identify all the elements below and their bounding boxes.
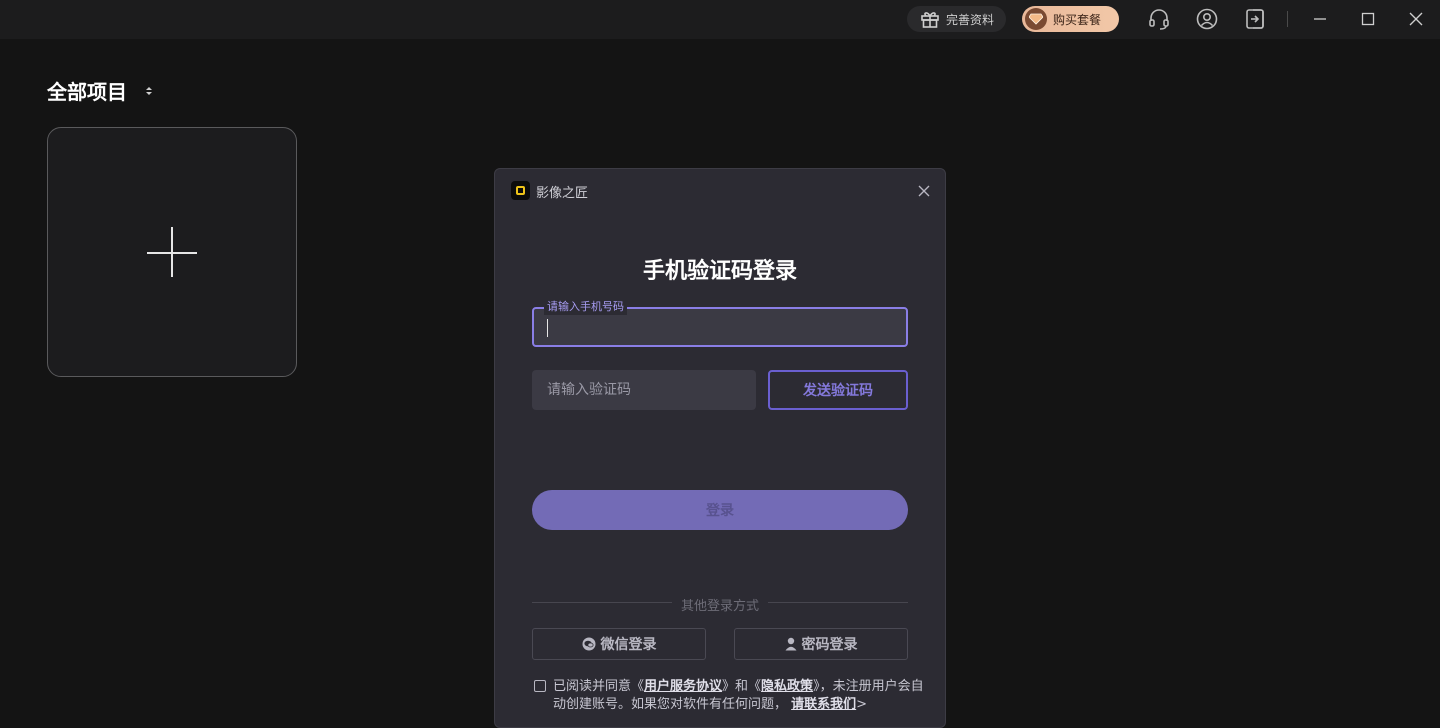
minimize-icon[interactable] xyxy=(1309,8,1331,30)
sort-icon[interactable] xyxy=(145,85,153,97)
headset-icon[interactable] xyxy=(1148,8,1170,30)
maximize-icon[interactable] xyxy=(1357,8,1379,30)
login-button[interactable]: 登录 xyxy=(532,490,908,530)
diamond-icon xyxy=(1025,8,1047,30)
complete-profile-label: 完善资料 xyxy=(946,12,995,27)
agreement-prefix: 已阅读并同意《 xyxy=(553,679,645,694)
buy-package-label: 购买套餐 xyxy=(1053,12,1102,27)
password-login-button[interactable]: 密码登录 xyxy=(734,628,908,660)
gift-icon xyxy=(921,12,939,28)
person-icon xyxy=(785,637,796,651)
wechat-login-label: 微信登录 xyxy=(600,637,657,653)
titlebar-separator xyxy=(1287,11,1288,27)
password-login-label: 密码登录 xyxy=(801,637,858,653)
wechat-icon xyxy=(582,637,595,651)
privacy-policy-link[interactable]: 隐私政策 xyxy=(761,679,813,694)
new-project-card[interactable] xyxy=(47,127,297,377)
send-code-button[interactable]: 发送验证码 xyxy=(768,370,908,410)
agree-checkbox[interactable] xyxy=(534,680,546,692)
dialog-heading: 手机验证码登录 xyxy=(642,259,797,284)
all-projects-title[interactable]: 全部项目 xyxy=(47,76,153,105)
dialog-app-name: 影像之匠 xyxy=(536,186,589,201)
logout-icon[interactable] xyxy=(1244,8,1266,30)
close-icon[interactable] xyxy=(1405,8,1427,30)
divider-right xyxy=(768,602,908,603)
text-caret xyxy=(547,319,548,337)
user-icon[interactable] xyxy=(1196,8,1218,30)
title-bar: 完善资料 购买套餐 xyxy=(0,0,1440,39)
buy-package-button[interactable]: 购买套餐 xyxy=(1022,6,1119,32)
wechat-login-button[interactable]: 微信登录 xyxy=(532,628,706,660)
contact-arrow: > xyxy=(856,697,868,712)
contact-us-link[interactable]: 请联系我们 xyxy=(791,697,856,712)
phone-input[interactable]: 请输入手机号码 xyxy=(532,299,908,347)
agreement-middle: 》和《 xyxy=(722,679,762,694)
agreement-text: 已阅读并同意《用户服务协议》和《隐私政策》，未注册用户会自动创建账号。如果您对软… xyxy=(553,678,925,714)
complete-profile-button[interactable]: 完善资料 xyxy=(907,6,1006,32)
verification-code-input[interactable]: 请输入验证码 xyxy=(532,370,756,410)
other-login-methods-label: 其他登录方式 xyxy=(680,599,759,614)
phone-input-label: 请输入手机号码 xyxy=(544,299,627,315)
service-agreement-link[interactable]: 用户服务协议 xyxy=(644,679,722,694)
app-logo-icon xyxy=(511,181,530,200)
login-dialog: 影像之匠 手机验证码登录 请输入手机号码 请输入验证码 发送验证码 登录 其他登… xyxy=(494,168,946,728)
dialog-close-icon[interactable] xyxy=(915,182,933,200)
all-projects-label: 全部项目 xyxy=(47,80,127,104)
